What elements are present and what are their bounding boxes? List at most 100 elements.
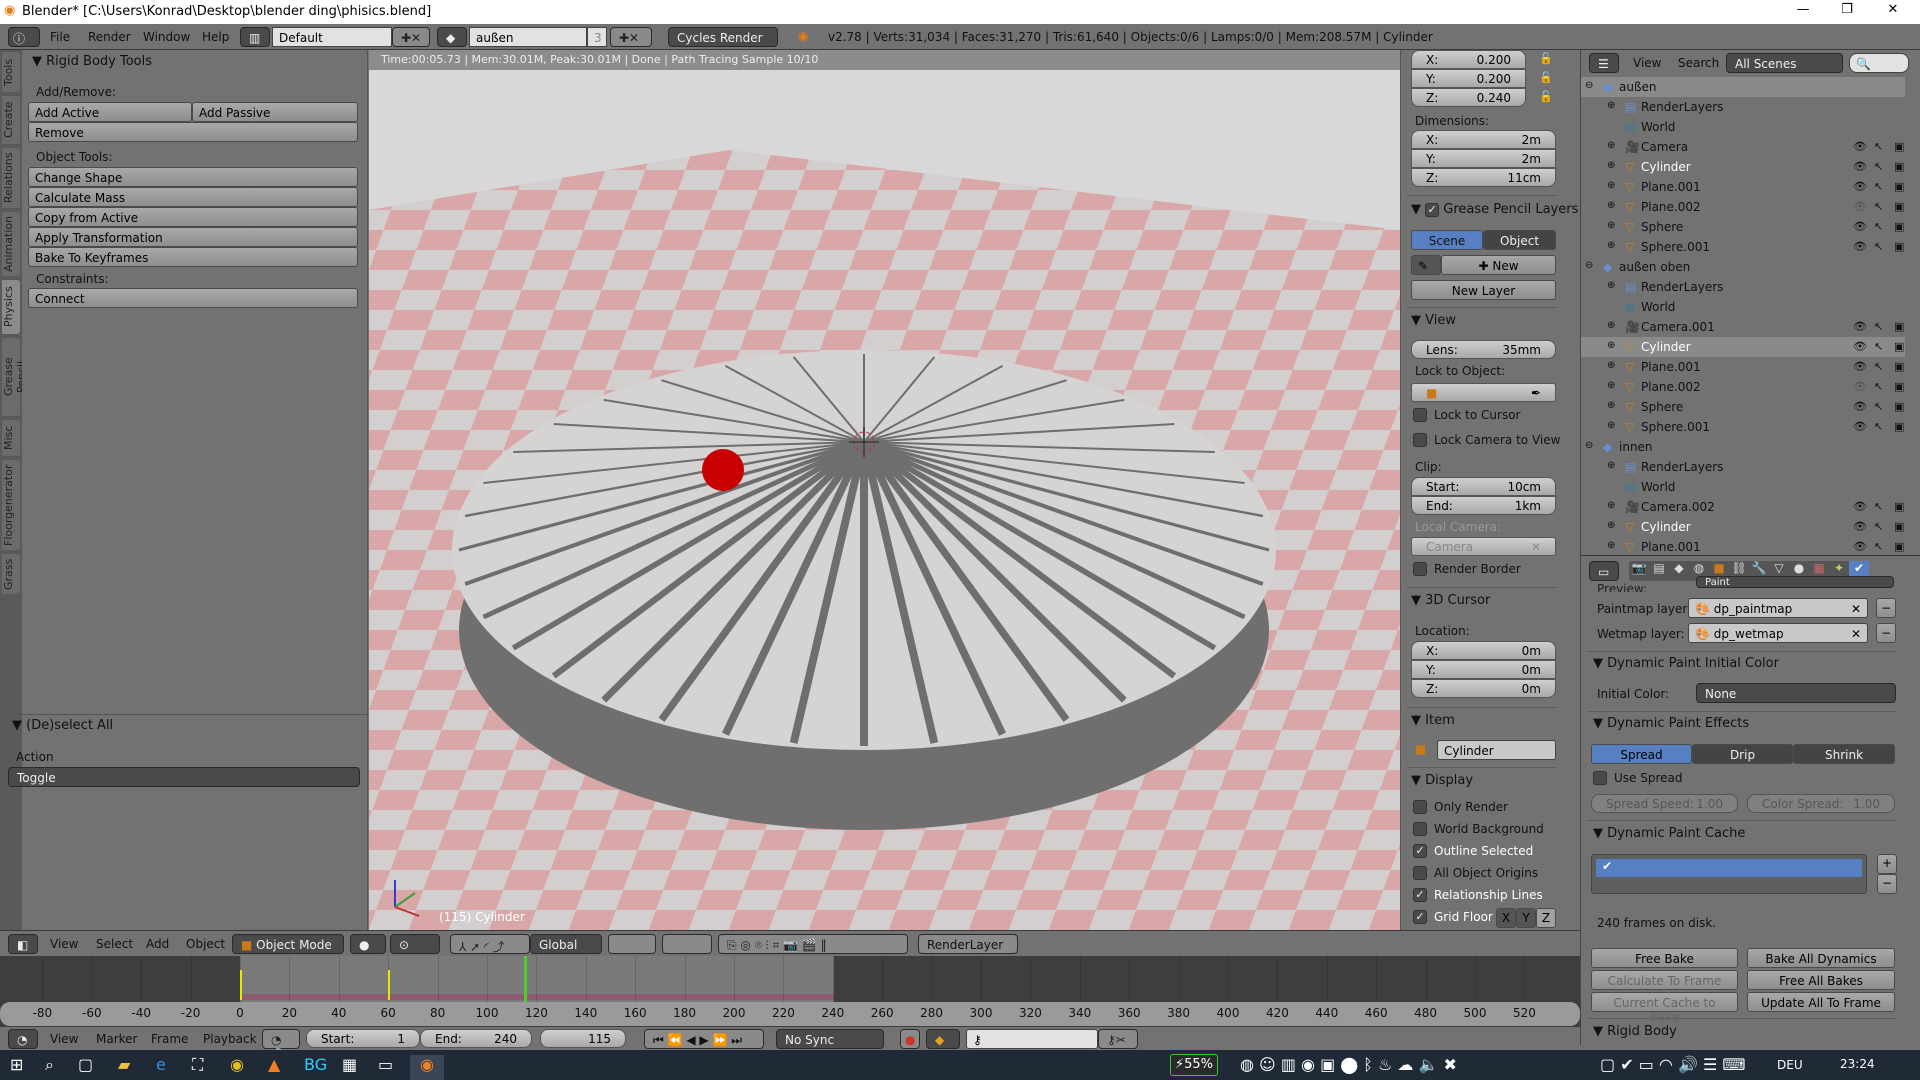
eyedropper-icon[interactable]: ✒ [1531,386,1541,400]
screen-layout-icon[interactable]: ▥ [240,27,270,47]
outliner-item-name[interactable]: innen [1619,440,1653,454]
display-mode-dropdown[interactable]: All Scenes [1726,53,1843,73]
layers-grid-1[interactable] [608,934,656,954]
grease-pencil-checkbox[interactable]: ✓ [1425,203,1440,217]
panel-item[interactable]: ▼ Item [1411,713,1455,728]
timeline-menu-frame[interactable]: Frame [151,1032,188,1046]
grid-axis-y-toggle[interactable]: Y [1516,908,1536,928]
selectable-cursor-icon[interactable]: ↖ [1874,140,1883,153]
tab-floorgenerator[interactable]: Floorgenerator [2,460,20,550]
cursor-z-field[interactable]: Z: 0m [1411,679,1556,698]
preview-dropdown[interactable]: Paint [1696,576,1894,588]
grid-axis-z-toggle[interactable]: Z [1536,908,1556,928]
outliner-row[interactable]: ⊕ ▽ Cylinder 👁 ↖ ▣ [1581,157,1905,177]
change-shape-button[interactable]: Change Shape [28,167,358,187]
viewport-shading-icon[interactable]: ● [350,934,386,954]
outliner-item-name[interactable]: Plane.001 [1641,180,1701,194]
viewport-3d[interactable]: (115) Cylinder [369,50,1400,930]
outliner-search-input[interactable]: 🔍 [1849,53,1909,73]
outliner-menu-view[interactable]: View [1633,56,1661,70]
expand-toggle-icon[interactable]: ⊕ [1607,140,1615,151]
store-icon[interactable]: ⛶ [192,1055,203,1075]
selectable-cursor-icon[interactable]: ↖ [1874,320,1883,333]
panel-paint-effects[interactable]: ▼ Dynamic Paint Effects [1593,716,1749,731]
visibility-eye-icon[interactable]: 👁 [1853,520,1867,533]
timeline-menu-playback[interactable]: Playback [203,1032,257,1046]
visibility-eye-icon[interactable]: 👁 [1853,380,1867,393]
display-option-checkbox[interactable]: ✓ [1413,844,1427,858]
task-view-icon[interactable]: ▢ [78,1055,93,1074]
visibility-eye-icon[interactable]: 👁 [1853,240,1867,253]
expand-toggle-icon[interactable]: ⊕ [1607,520,1615,531]
renderable-camera-icon[interactable]: ▣ [1894,220,1904,233]
remove-cache-button[interactable]: − [1877,874,1897,894]
vlc-icon[interactable]: ▲ [268,1055,280,1074]
tab-grease-pencil[interactable]: Grease Pencil [2,338,28,416]
grid-axis-x-toggle[interactable]: X [1496,908,1516,928]
outliner-editor-type-icon[interactable]: ☰ [1589,53,1619,73]
input-language[interactable]: DEU [1777,1058,1803,1072]
current-cache-to-bake-button[interactable]: Current Cache to Bake [1591,992,1738,1024]
outliner-item-name[interactable]: RenderLayers [1641,280,1723,294]
search-icon[interactable]: ⌕ [45,1055,54,1075]
free-bake-button[interactable]: Free Bake [1591,948,1738,968]
keying-set-field[interactable]: ⚷ [966,1029,1098,1049]
selectable-cursor-icon[interactable]: ↖ [1874,400,1883,413]
expand-toggle-icon[interactable]: ⊕ [1607,500,1615,511]
expand-toggle-icon[interactable]: ⊕ [1607,380,1615,391]
render-layers-tab-icon[interactable]: ▤ [1649,561,1669,581]
clock[interactable]: 23:24 [1840,1057,1875,1071]
timeline-menu-marker[interactable]: Marker [96,1032,137,1046]
expand-toggle-icon[interactable]: ⊖ [1585,260,1593,271]
dimension-y-field[interactable]: Y: 2m [1411,149,1556,168]
outliner-item-name[interactable]: Plane.002 [1641,380,1701,394]
current-frame-field[interactable]: 115 [540,1029,626,1048]
renderable-camera-icon[interactable]: ▣ [1894,380,1904,393]
sync-mode-dropdown[interactable]: No Sync [776,1029,884,1049]
layers-grid-2[interactable] [662,934,712,954]
expand-toggle-icon[interactable]: ⊕ [1607,340,1615,351]
outliner-row[interactable]: ⊕ ▽ Cylinder 👁 ↖ ▣ [1581,517,1905,537]
expand-toggle-icon[interactable]: ⊕ [1607,460,1615,471]
renderable-camera-icon[interactable]: ▣ [1894,320,1904,333]
selectable-cursor-icon[interactable]: ↖ [1874,420,1883,433]
spread-tab[interactable]: Spread [1591,744,1692,764]
scale-y-field[interactable]: Y: 0.200 [1411,69,1526,88]
start-frame-field[interactable]: Start: 1 [306,1029,420,1048]
manipulator-icons[interactable]: ⅄ ➚ ◜ ⤴ [450,934,530,954]
new-layer-button[interactable]: New Layer [1411,280,1556,300]
outliner-row[interactable]: ⊕ ▽ Plane.001 👁 ↖ ▣ [1581,537,1905,552]
timeline-editor-type-icon[interactable]: ◔ [8,1029,38,1049]
dimension-z-field[interactable]: Z: 11cm [1411,168,1556,187]
renderable-camera-icon[interactable]: ▣ [1894,160,1904,173]
end-frame-field[interactable]: End: 240 [420,1029,532,1048]
outliner-row[interactable]: ⊕ ▽ Plane.001 👁 ↖ ▣ [1581,357,1905,377]
apply-transformation-button[interactable]: Apply Transformation [28,227,358,247]
expand-toggle-icon[interactable]: ⊕ [1607,400,1615,411]
wetmap-layer-field[interactable]: 🎨 dp_wetmap ✕ [1688,623,1868,643]
viewport-menu-add[interactable]: Add [146,937,169,951]
viewport-editor-type-icon[interactable]: ◧ [8,934,38,954]
display-option-checkbox[interactable]: ✓ [1413,888,1427,902]
calculate-to-frame-button[interactable]: Calculate To Frame [1591,970,1738,990]
add-active-button[interactable]: Add Active [28,102,192,122]
panel-display[interactable]: ▼ Display [1411,773,1473,788]
expand-toggle-icon[interactable]: ⊕ [1607,180,1615,191]
shrink-tab[interactable]: Shrink [1793,744,1895,764]
outliner-item-name[interactable]: Cylinder [1641,160,1691,174]
copy-from-active-button[interactable]: Copy from Active [28,207,358,227]
visibility-eye-icon[interactable]: 👁 [1853,220,1867,233]
selectable-cursor-icon[interactable]: ↖ [1874,380,1883,393]
lock-icon[interactable]: 🔓 [1539,52,1553,65]
outliner-row[interactable]: ◍ World [1581,297,1905,317]
outliner-row[interactable]: ◍ World [1581,117,1905,137]
color-spread-field[interactable]: Color Spread: 1.00 [1747,794,1895,813]
initial-color-dropdown[interactable]: None [1696,683,1896,703]
viewport-menu-object[interactable]: Object [186,937,225,951]
expand-toggle-icon[interactable]: ⊕ [1607,220,1615,231]
free-all-bakes-button[interactable]: Free All Bakes [1747,970,1895,990]
panel-rigid-body-tools[interactable]: ▼ Rigid Body Tools [32,54,152,69]
lock-to-object-field[interactable]: ■ ✒ [1411,383,1556,402]
cursor-y-field[interactable]: Y: 0m [1411,660,1556,679]
panel-paint-cache[interactable]: ▼ Dynamic Paint Cache [1593,826,1745,841]
